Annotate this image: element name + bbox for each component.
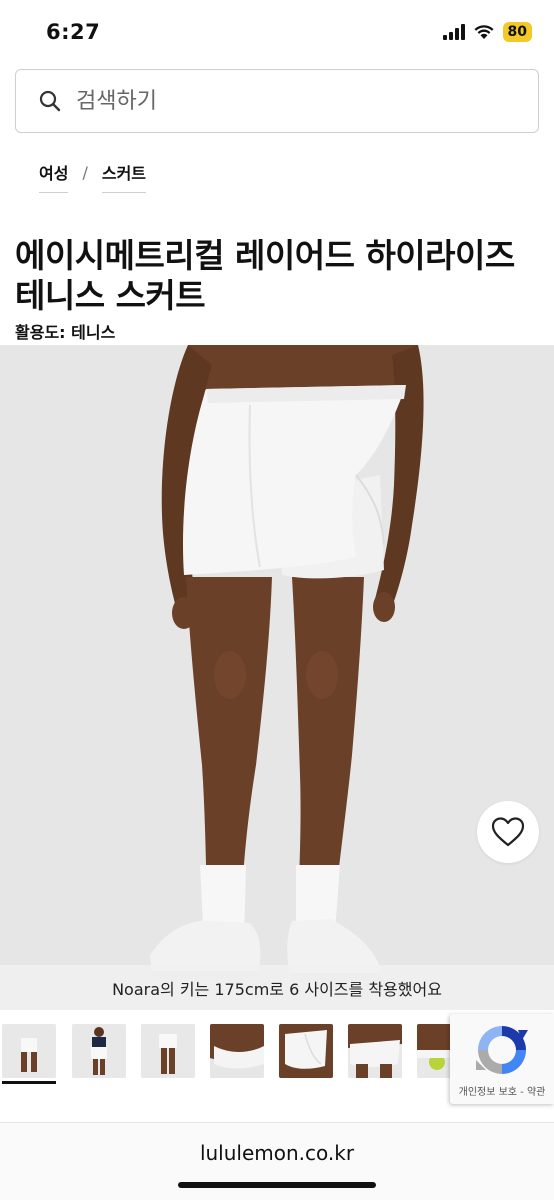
product-activity: 활용도: 테니스 [15,323,116,342]
status-icons: 80 [442,22,532,42]
breadcrumb-item-women[interactable]: 여성 [39,160,69,193]
thumbnail-selected-indicator [2,1081,56,1084]
wishlist-button[interactable] [477,801,539,863]
signal-icon [442,24,465,40]
breadcrumb: 여성 / 스커트 [39,160,147,193]
thumbnail-6[interactable] [348,1024,402,1078]
recaptcha-links[interactable]: 개인정보 보호 - 약관 [450,1083,554,1098]
url-text[interactable]: lululemon.co.kr [0,1141,554,1165]
search-icon [39,90,61,112]
status-time: 6:27 [46,20,101,44]
model-caption-bar: Noara의 키는 175cm로 6 사이즈를 착용했어요 [0,965,554,1010]
search-input[interactable] [76,88,476,114]
home-indicator[interactable] [178,1182,376,1188]
thumbnail-1[interactable] [2,1024,56,1078]
breadcrumb-separator: / [82,163,88,182]
recaptcha-icon [476,1026,528,1074]
product-image[interactable] [0,345,554,1010]
model-caption: Noara의 키는 175cm로 6 사이즈를 착용했어요 [112,979,442,999]
thumbnail-5[interactable] [279,1024,333,1078]
battery-icon: 80 [502,22,532,42]
wifi-icon [474,25,494,39]
breadcrumb-item-skirts[interactable]: 스커트 [101,160,147,193]
heart-icon [491,817,525,847]
search-bar[interactable] [15,69,539,133]
thumbnail-4[interactable] [210,1024,264,1078]
browser-address-bar[interactable]: lululemon.co.kr [0,1122,554,1200]
thumbnail-2[interactable] [72,1024,126,1078]
thumbnail-3[interactable] [141,1024,195,1078]
model-photo [150,345,424,981]
recaptcha-badge[interactable]: 개인정보 보호 - 약관 [450,1014,554,1104]
product-title: 에이시메트리컬 레이어드 하이라이즈 테니스 스커트 [15,236,515,315]
status-bar: 6:27 80 [0,0,554,68]
